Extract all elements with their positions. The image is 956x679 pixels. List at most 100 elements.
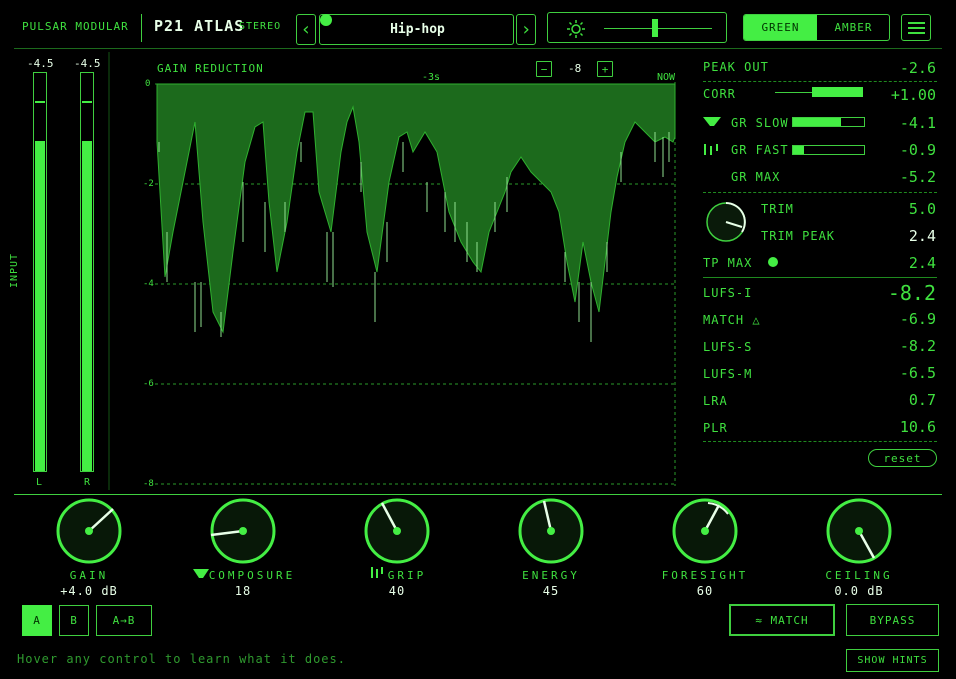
trim-label: TRIM	[761, 202, 794, 216]
graph-left-border	[108, 52, 110, 490]
gain-knob[interactable]	[54, 496, 124, 566]
gr-slow-value: -4.1	[899, 114, 936, 132]
prev-preset-button[interactable]: ‹	[296, 14, 316, 45]
gain-reduction-graph	[155, 82, 676, 486]
lufs-m-label: LUFS-M	[703, 367, 753, 381]
ceiling-knob[interactable]	[824, 496, 894, 566]
left-peak-readout: -4.5	[27, 57, 54, 70]
trim-value: 5.0	[908, 200, 936, 218]
show-hints-button[interactable]: SHOW HINTS	[846, 649, 939, 672]
zoom-value: -8	[568, 62, 582, 75]
grip-knob[interactable]	[362, 496, 432, 566]
readout-divider	[703, 441, 937, 442]
brightness-slider-handle[interactable]	[652, 19, 658, 37]
y-tick-minus2: -2	[143, 179, 154, 189]
gr-fast-fill	[793, 146, 804, 154]
graph-title: GAIN REDUCTION	[157, 62, 264, 75]
gr-fast-value: -0.9	[899, 141, 936, 159]
header-separator	[14, 48, 942, 49]
bypass-button[interactable]: BYPASS	[846, 604, 939, 636]
input-label: INPUT	[9, 252, 21, 289]
gr-fast-label: GR FAST	[731, 143, 789, 157]
trim-peak-label: TRIM PEAK	[761, 229, 836, 243]
grip-knob-value: 40	[388, 584, 406, 598]
energy-knob-value: 45	[542, 584, 560, 598]
gr-max-label: GR MAX	[731, 170, 781, 184]
peak-out-value: -2.6	[899, 59, 936, 77]
next-preset-button[interactable]: ›	[516, 14, 536, 45]
trim-peak-value: 2.4	[908, 227, 936, 245]
gr-fast-meter	[792, 145, 865, 155]
gr-slow-meter	[792, 117, 865, 127]
corr-value: +1.00	[890, 86, 936, 104]
gain-knob-value: +4.0 dB	[60, 584, 118, 598]
composure-knob-value: 18	[234, 584, 252, 598]
product-title: P21 ATLAS	[154, 17, 245, 35]
lra-label: LRA	[703, 394, 728, 408]
hint-text: Hover any control to learn what it does.	[17, 652, 346, 666]
y-tick-0: 0	[145, 79, 151, 89]
left-peak-hold	[35, 101, 45, 103]
match-button[interactable]: ≈ MATCH	[729, 604, 835, 636]
composure-knob[interactable]	[208, 496, 278, 566]
menu-button[interactable]	[901, 14, 931, 41]
foresight-knob-label: FORESIGHT	[661, 569, 749, 582]
slot-a-button[interactable]: A	[22, 605, 52, 636]
readout-divider	[703, 81, 937, 82]
brightness-track	[604, 28, 712, 29]
peak-out-label: PEAK OUT	[703, 60, 769, 74]
readout-divider	[703, 277, 937, 278]
lufs-s-label: LUFS-S	[703, 340, 753, 354]
header-divider	[141, 14, 142, 42]
foresight-knob[interactable]	[670, 496, 740, 566]
corr-meter-fill	[812, 87, 863, 97]
right-channel-label: R	[84, 477, 91, 488]
brand-label: PULSAR MODULAR	[22, 20, 129, 33]
controls-separator	[14, 494, 942, 495]
plr-value: 10.6	[899, 418, 936, 436]
energy-knob[interactable]	[516, 496, 586, 566]
lra-value: 0.7	[908, 391, 936, 409]
chevron-right-icon: ›	[520, 19, 532, 40]
slot-b-button[interactable]: B	[59, 605, 89, 636]
zoom-out-button[interactable]: −	[536, 61, 552, 77]
preset-selector[interactable]: Hip-hop	[319, 14, 514, 45]
composure-icon	[703, 117, 721, 126]
gr-slow-fill	[793, 118, 842, 126]
composure-knob-label: COMPOSURE	[208, 569, 296, 582]
y-tick-minus8: -8	[143, 479, 154, 489]
hamburger-icon	[908, 22, 925, 34]
y-tick-minus6: -6	[143, 379, 154, 389]
trim-knob[interactable]	[704, 200, 748, 244]
match-label: MATCH △	[703, 313, 761, 327]
energy-knob-label: ENERGY	[522, 569, 580, 582]
copy-a-to-b-button[interactable]: A→B	[96, 605, 152, 636]
theme-switch[interactable]: GREEN AMBER	[743, 14, 890, 41]
left-meter-fill	[35, 140, 45, 471]
reset-button[interactable]: reset	[868, 449, 937, 467]
ceiling-knob-value: 0.0 dB	[834, 584, 884, 598]
tp-max-value: 2.4	[908, 254, 936, 272]
zoom-in-button[interactable]: +	[597, 61, 613, 77]
gr-slow-label: GR SLOW	[731, 116, 789, 130]
left-input-meter	[33, 72, 47, 472]
y-tick-minus4: -4	[143, 279, 154, 289]
preset-name: Hip-hop	[390, 22, 445, 37]
left-channel-label: L	[36, 477, 43, 488]
readout-divider	[703, 192, 937, 193]
theme-amber-button[interactable]: AMBER	[817, 15, 889, 40]
gain-knob-label: GAIN	[69, 569, 109, 582]
brightness-control[interactable]	[547, 12, 727, 43]
right-input-meter	[80, 72, 94, 472]
lufs-m-value: -6.5	[899, 364, 936, 382]
corr-label: CORR	[703, 87, 736, 101]
foresight-knob-value: 60	[696, 584, 714, 598]
gr-max-value: -5.2	[899, 168, 936, 186]
ceiling-knob-label: CEILING	[825, 569, 893, 582]
tp-max-label: TP MAX	[703, 256, 753, 270]
lufs-i-label: LUFS-I	[703, 286, 753, 300]
theme-green-button[interactable]: GREEN	[744, 15, 817, 40]
sun-icon	[567, 20, 585, 38]
match-value: -6.9	[899, 310, 936, 328]
grip-knob-label: GRIP	[387, 569, 427, 582]
